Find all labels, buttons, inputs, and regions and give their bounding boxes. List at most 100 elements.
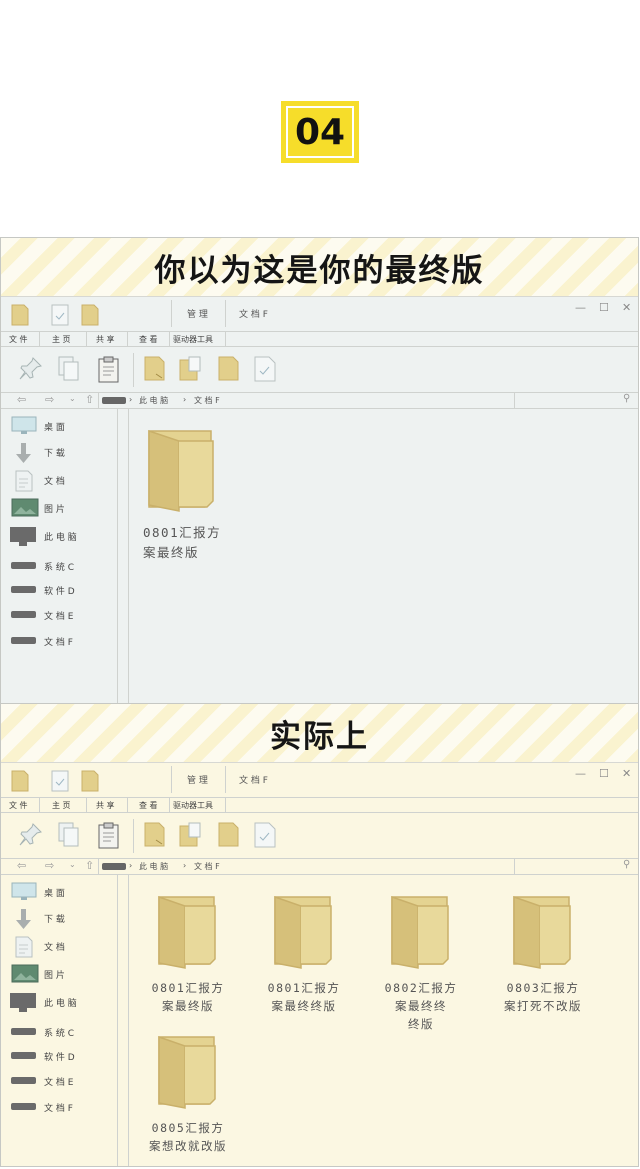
address-bar[interactable]: ⇦ ⇨ ⌄ ⇧ › 此 电 脑 › 文 档 F ⚲: [1, 859, 638, 875]
folder-icon[interactable]: [144, 356, 168, 382]
drive-icon: [11, 1103, 36, 1110]
breadcrumb-this-pc[interactable]: 此 电 脑: [139, 861, 168, 872]
folder-icon[interactable]: [11, 770, 29, 792]
search-icon[interactable]: ⚲: [623, 859, 630, 870]
clipboard-icon[interactable]: [97, 822, 121, 850]
sidebar-item-documents[interactable]: 文 档: [11, 470, 115, 492]
close-button[interactable]: ✕: [622, 301, 631, 314]
search-icon[interactable]: ⚲: [623, 393, 630, 404]
drive-icon: [11, 562, 36, 569]
maximize-button[interactable]: ☐: [599, 301, 609, 314]
explorer-window: 管 理 文 档 F — ☐ ✕ 文 件 主 页 共 享 查 看 驱动器工具 ⇦ …: [1, 762, 638, 1166]
sidebar-item-label: 图 片: [44, 971, 65, 981]
sidebar-item-drive-e[interactable]: 文 档 E: [11, 605, 115, 625]
forward-arrow-icon[interactable]: ⇨: [45, 859, 54, 872]
computer-icon: [102, 397, 126, 404]
download-icon: [16, 443, 31, 463]
sidebar-item-label: 此 电 脑: [44, 533, 77, 543]
copy-icon[interactable]: [57, 356, 81, 382]
sidebar-item-downloads[interactable]: 下 载: [11, 908, 115, 929]
document-icon[interactable]: [253, 356, 277, 382]
drive-icon: [11, 1028, 36, 1035]
sidebar-item-drive-d[interactable]: 软 件 D: [11, 580, 115, 600]
folder-icon[interactable]: [81, 304, 99, 326]
sidebar-item-label: 软 件 D: [44, 1053, 75, 1063]
folder-icon[interactable]: [218, 822, 242, 848]
scene-1-caption: 你以为这是你的最终版: [154, 252, 485, 289]
pin-icon[interactable]: [19, 356, 43, 382]
breadcrumb-separator: ›: [183, 395, 187, 404]
sidebar-item-this-pc[interactable]: 此 电 脑: [10, 526, 115, 546]
folder-icon[interactable]: [218, 356, 242, 382]
sidebar-item-downloads[interactable]: 下 载: [11, 442, 115, 463]
back-arrow-icon[interactable]: ⇦: [17, 859, 26, 872]
clipboard-icon[interactable]: [97, 356, 121, 384]
sidebar-item-this-pc[interactable]: 此 电 脑: [10, 992, 115, 1012]
manage-tab[interactable]: 管 理: [187, 773, 208, 786]
sidebar-item-drive-c[interactable]: 系 统 C: [11, 556, 115, 576]
sidebar-item-pictures[interactable]: 图 片: [11, 498, 115, 518]
breadcrumb-drive-f[interactable]: 文 档 F: [194, 395, 220, 406]
minimize-button[interactable]: —: [575, 767, 586, 780]
copy-icon[interactable]: [57, 822, 81, 848]
breadcrumb-separator: ›: [129, 395, 133, 404]
sidebar-item-drive-d[interactable]: 软 件 D: [11, 1046, 115, 1066]
folder-icon[interactable]: [144, 822, 168, 848]
forward-arrow-icon[interactable]: ⇨: [45, 393, 54, 406]
file-item[interactable]: 0805汇报方 案想改就改版: [133, 1035, 243, 1155]
maximize-button[interactable]: ☐: [599, 767, 609, 780]
sidebar-item-desktop[interactable]: 桌 面: [11, 882, 115, 902]
chevron-down-icon[interactable]: ⌄: [69, 394, 76, 403]
tab-home[interactable]: 主 页: [52, 800, 71, 811]
folder-icon[interactable]: [179, 822, 203, 848]
document-icon[interactable]: [51, 770, 69, 792]
chevron-down-icon[interactable]: ⌄: [69, 860, 76, 869]
folder-icon: [274, 895, 332, 969]
up-arrow-icon[interactable]: ⇧: [85, 393, 94, 406]
document-icon[interactable]: [253, 822, 277, 848]
drive-icon: [11, 611, 36, 618]
file-item[interactable]: 0802汇报方 案最终终 终版: [366, 895, 476, 1033]
up-arrow-icon[interactable]: ⇧: [85, 859, 94, 872]
folder-icon[interactable]: [11, 304, 29, 326]
sidebar-item-drive-f[interactable]: 文 档 F: [11, 631, 115, 651]
tab-file[interactable]: 文 件: [9, 800, 28, 811]
file-item[interactable]: 0801汇报方 案最终版: [129, 429, 259, 563]
tab-view[interactable]: 查 看: [139, 800, 158, 811]
file-item[interactable]: 0801汇报方 案最终版: [133, 895, 243, 1015]
minimize-button[interactable]: —: [575, 301, 586, 314]
tab-share[interactable]: 共 享: [96, 800, 115, 811]
file-item[interactable]: 0801汇报方 案最终终版: [249, 895, 359, 1015]
breadcrumb-drive-f[interactable]: 文 档 F: [194, 861, 220, 872]
tab-drive-tools[interactable]: 驱动器工具: [173, 800, 213, 811]
file-name: 0801汇报方 案最终版: [151, 981, 225, 1013]
back-arrow-icon[interactable]: ⇦: [17, 393, 26, 406]
sidebar-item-pictures[interactable]: 图 片: [11, 964, 115, 984]
tab-home[interactable]: 主 页: [52, 334, 71, 345]
sidebar-item-documents[interactable]: 文 档: [11, 936, 115, 958]
sidebar-item-drive-c[interactable]: 系 统 C: [11, 1022, 115, 1042]
sidebar-item-drive-f[interactable]: 文 档 F: [11, 1097, 115, 1117]
sidebar-item-label: 软 件 D: [44, 587, 75, 597]
ribbon-toolbar: [1, 813, 638, 859]
address-bar[interactable]: ⇦ ⇨ ⌄ ⇧ › 此 电 脑 › 文 档 F ⚲: [1, 393, 638, 409]
sidebar-item-drive-e[interactable]: 文 档 E: [11, 1071, 115, 1091]
tab-file[interactable]: 文 件: [9, 334, 28, 345]
manage-tab[interactable]: 管 理: [187, 307, 208, 320]
drive-icon: [11, 637, 36, 644]
folder-icon[interactable]: [179, 356, 203, 382]
sidebar-item-label: 系 统 C: [44, 1029, 75, 1039]
tab-view[interactable]: 查 看: [139, 334, 158, 345]
sidebar-item-label: 文 档 E: [44, 612, 74, 622]
folder-icon: [148, 429, 214, 512]
tab-share[interactable]: 共 享: [96, 334, 115, 345]
close-button[interactable]: ✕: [622, 767, 631, 780]
navigation-pane: 桌 面 下 载 文 档 图 片 此 电 脑 系 统 C 软 件 D 文 档 E …: [1, 875, 118, 1166]
file-item[interactable]: 0803汇报方 案打死不改版: [483, 895, 603, 1015]
folder-icon[interactable]: [81, 770, 99, 792]
pin-icon[interactable]: [19, 822, 43, 848]
document-icon[interactable]: [51, 304, 69, 326]
tab-drive-tools[interactable]: 驱动器工具: [173, 334, 213, 345]
sidebar-item-desktop[interactable]: 桌 面: [11, 416, 115, 436]
breadcrumb-this-pc[interactable]: 此 电 脑: [139, 395, 168, 406]
